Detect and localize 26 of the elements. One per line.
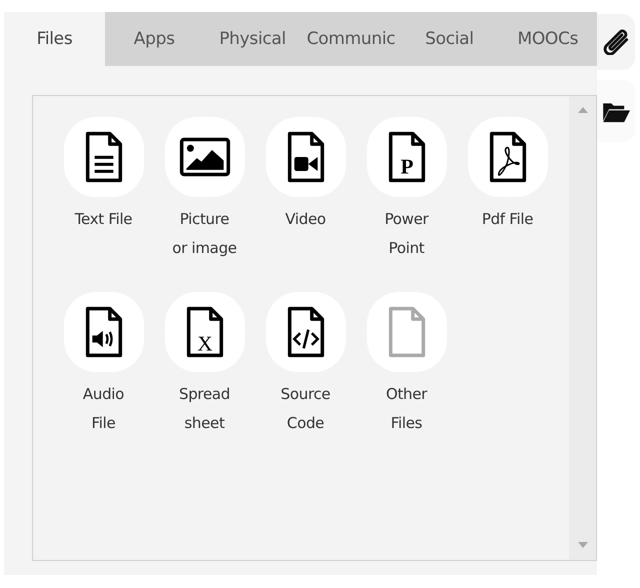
- file-type-label: Spread sheet: [178, 384, 230, 434]
- side-tab[interactable]: [597, 14, 635, 70]
- tab[interactable]: Physical: [203, 12, 302, 66]
- file-type-button[interactable]: P: [366, 117, 446, 197]
- file-type-button[interactable]: X: [164, 292, 244, 372]
- file-type-label: Pdf File: [482, 209, 534, 230]
- tab[interactable]: Communic: [302, 12, 400, 66]
- file-type-label: Source Code: [280, 384, 330, 434]
- file-type-button[interactable]: [64, 292, 144, 372]
- file-type-label: Power Point: [384, 209, 428, 259]
- file-type-label: Text File: [74, 209, 132, 230]
- file-type-label: Audio File: [82, 384, 124, 434]
- file-type-button[interactable]: [266, 117, 346, 197]
- file-type-label: Other Files: [386, 384, 428, 434]
- tab[interactable]: Apps: [105, 12, 204, 66]
- file-type-button[interactable]: [468, 117, 548, 197]
- file-type-label: Picture or image: [172, 209, 237, 259]
- tab[interactable]: MOOCs: [498, 12, 598, 66]
- file-type-button[interactable]: [164, 117, 244, 197]
- file-type-label: Video: [285, 209, 326, 230]
- tab[interactable]: Social: [400, 12, 499, 66]
- file-type-button[interactable]: [64, 117, 144, 197]
- paperclip-icon: [602, 29, 630, 55]
- tab[interactable]: Files: [4, 12, 105, 66]
- side-tab[interactable]: [597, 80, 635, 142]
- file-type-button[interactable]: [266, 292, 346, 372]
